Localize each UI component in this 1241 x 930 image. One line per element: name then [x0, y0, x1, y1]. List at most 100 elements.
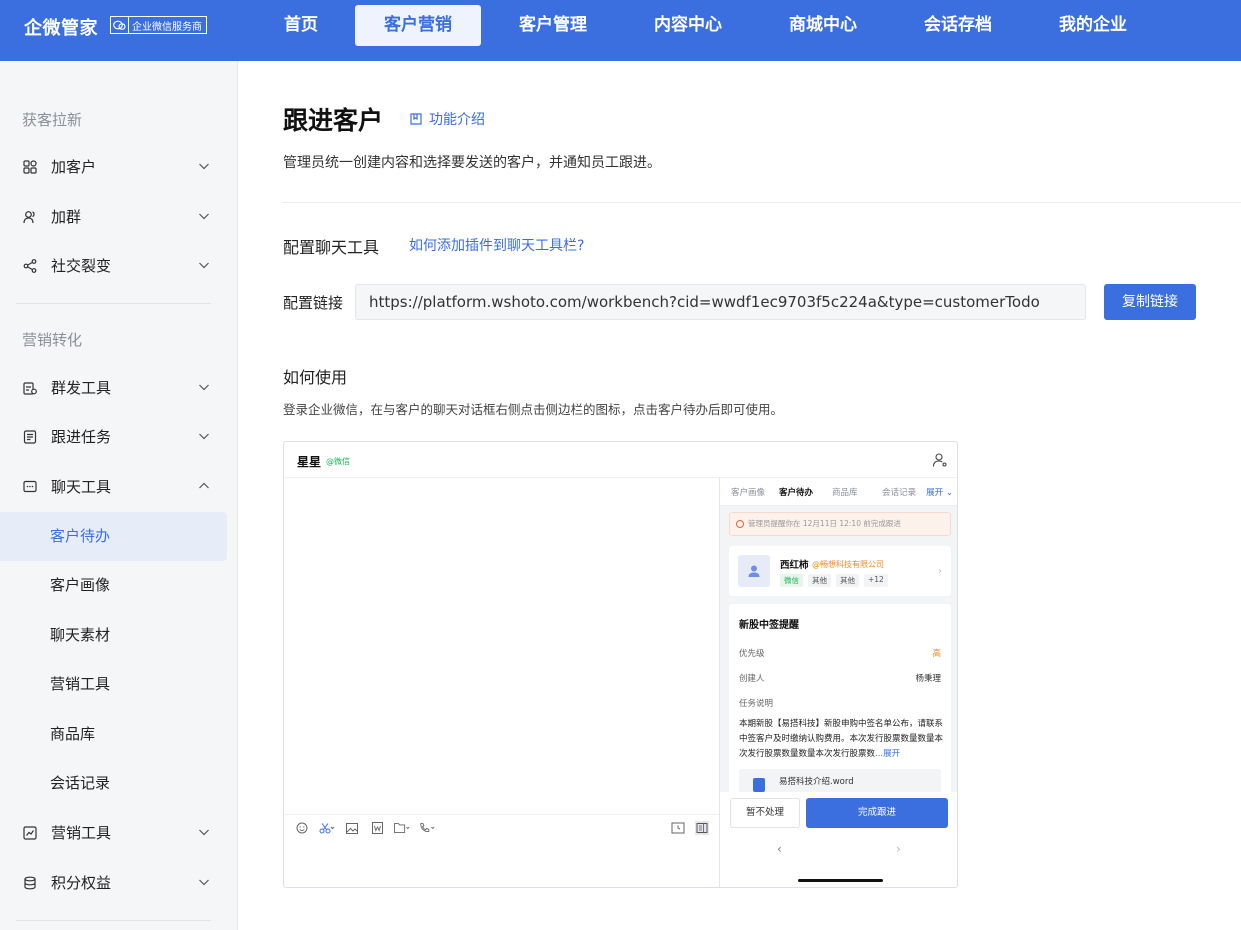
chevron-left-icon: ‹: [777, 842, 782, 856]
chevron-right-icon: ›: [938, 566, 942, 577]
sidebar-toggle-icon: [695, 821, 709, 835]
top-nav-bar: 企微管家 企业微信服务商 首页 客户营销 客户管理 内容中心 商城中心 会话存档…: [0, 0, 1241, 61]
sidebar-item-add-group[interactable]: 加群: [0, 192, 227, 241]
sidebar: 获客拉新 加客户 加群 社交裂变 营销转化 群发工具 跟进任务 聊天工具 客户待…: [0, 61, 238, 930]
preview-skip-button: 暂不处理: [730, 798, 800, 828]
preview-expand: 展开 ⌄: [926, 488, 953, 498]
preview-priority-row: 优先级高: [739, 649, 941, 659]
page-title: 跟进客户: [283, 106, 384, 135]
share-icon: [22, 258, 38, 274]
add-plugin-help-link[interactable]: 如何添加插件到聊天工具栏?: [409, 235, 584, 255]
sidebar-subitem-chat-material[interactable]: 聊天素材: [0, 611, 227, 660]
apps-icon: [22, 159, 38, 175]
preview-customer-company: @畅想科技有限公司: [812, 560, 884, 569]
sidebar-item-label: 积分权益: [51, 874, 112, 892]
howto-description: 登录企业微信，在与客户的聊天对话框右侧点击侧边栏的图标，点击客户待办后即可使用。: [283, 402, 784, 417]
preview-chat-name: 星星: [297, 455, 322, 469]
sidebar-subitem-product-library[interactable]: 商品库: [0, 710, 227, 759]
nav-session-archive[interactable]: 会话存档: [908, 5, 1008, 46]
chat-icon: [22, 479, 38, 495]
sidebar-subitem-session-records[interactable]: 会话记录: [0, 759, 227, 808]
coins-icon: [22, 875, 38, 891]
chart-icon: [22, 825, 38, 841]
brand-name[interactable]: 企微管家: [24, 14, 98, 40]
preview-creator-row: 创建人 杨秉理: [739, 674, 941, 684]
sidebar-item-label: 社交裂变: [51, 257, 112, 275]
sidebar-item-social-fission[interactable]: 社交裂变: [0, 241, 227, 290]
feature-intro-label: 功能介绍: [429, 112, 485, 128]
preview-input-divider: [284, 814, 719, 815]
chevron-right-icon: ›: [896, 842, 901, 856]
task-icon: [22, 429, 38, 445]
sidebar-item-label: 聊天工具: [51, 478, 112, 496]
preview-task-title: 新股中签提醒: [739, 620, 799, 631]
nav-customer-marketing[interactable]: 客户营销: [355, 5, 481, 46]
preview-chat-source: @微信: [326, 457, 350, 466]
nav-content-center[interactable]: 内容中心: [638, 5, 738, 46]
brand-badge: 企业微信服务商: [110, 16, 207, 34]
phone-icon: [419, 821, 435, 835]
image-icon: [344, 821, 360, 835]
folder-icon: [394, 821, 410, 835]
sidebar-item-mass-send[interactable]: 群发工具: [0, 363, 227, 412]
preview-customer-tags: 微信 其他 其他 +12: [780, 574, 888, 587]
chevron-down-icon: [199, 829, 209, 836]
sidebar-subitem-customer-todo[interactable]: 客户待办: [0, 512, 227, 561]
usage-preview-image: 星星 @微信 客户画像 客户待办 商品库 会话记录 展开 ⌄ 管理员提醒你在 1…: [283, 441, 958, 888]
brand-badge-text: 企业微信服务商: [132, 21, 202, 33]
avatar: [738, 555, 770, 587]
sidebar-item-label: 加客户: [51, 158, 97, 176]
file-icon: [753, 778, 765, 792]
emoji-icon: [294, 821, 310, 835]
preview-customer-name: 西红柿: [780, 560, 809, 571]
preview-reminder-alert: 管理员提醒你在 12月11日 12:10 前完成跟进: [729, 512, 951, 536]
preview-tab-records: 会话记录: [882, 488, 917, 498]
sidebar-subitem-marketing-tools[interactable]: 营销工具: [0, 660, 227, 709]
chevron-down-icon: [199, 433, 209, 440]
alert-icon: [736, 520, 744, 528]
section-divider: [283, 202, 1241, 203]
nav-my-enterprise[interactable]: 我的企业: [1043, 5, 1143, 46]
sidebar-item-follow-task[interactable]: 跟进任务: [0, 412, 227, 461]
sidebar-group-acquire: 获客拉新: [22, 111, 83, 129]
copy-link-button[interactable]: 复制链接: [1104, 284, 1196, 320]
feature-intro-link[interactable]: 功能介绍: [409, 109, 485, 129]
sidebar-item-label: 群发工具: [51, 379, 112, 397]
home-indicator: [798, 879, 883, 882]
sidebar-item-label: 加群: [51, 208, 82, 226]
send-icon: [22, 380, 38, 396]
chevron-down-icon: [199, 384, 209, 391]
preview-tag: 微信: [780, 574, 803, 587]
book-icon: [410, 113, 422, 125]
sidebar-item-marketing-tools[interactable]: 营销工具: [0, 808, 227, 857]
config-link-field[interactable]: https://platform.wshoto.com/workbench?ci…: [355, 284, 1086, 320]
person-settings-icon: [932, 453, 947, 467]
config-section-title: 配置聊天工具: [283, 238, 380, 257]
preview-tab-todo: 客户待办: [779, 488, 814, 498]
sidebar-divider: [16, 920, 211, 921]
sidebar-item-chat-tools[interactable]: 聊天工具: [0, 462, 227, 511]
users-icon: [22, 209, 38, 225]
preview-action-bar: 暂不处理 完成跟进 ‹ ›: [720, 792, 957, 887]
sidebar-item-points-benefits[interactable]: 积分权益: [0, 858, 227, 907]
preview-tabs: 客户画像 客户待办 商品库 会话记录 展开 ⌄: [720, 478, 957, 506]
nav-mall-center[interactable]: 商城中心: [773, 5, 873, 46]
preview-sidebar-panel: 客户画像 客户待办 商品库 会话记录 展开 ⌄ 管理员提醒你在 12月11日 1…: [719, 478, 957, 887]
chevron-up-icon: [199, 482, 209, 489]
preview-task-description: 本期新股【易搭科技】新股申购中签名单公布，请联系中签客户及时缴纳认购费用。本次发…: [739, 719, 944, 759]
scissors-icon: [319, 821, 335, 835]
nav-customer-management[interactable]: 客户管理: [503, 5, 603, 46]
preview-tag: 其他: [836, 574, 859, 587]
preview-tag: 其他: [808, 574, 831, 587]
word-file-icon: [369, 821, 385, 835]
preview-tab-products: 商品库: [832, 488, 858, 498]
sidebar-item-add-customer[interactable]: 加客户: [0, 142, 227, 191]
sidebar-divider: [16, 303, 211, 304]
chevron-down-icon: [199, 213, 209, 220]
preview-desc-label: 任务说明: [739, 699, 774, 709]
sidebar-subitem-customer-profile[interactable]: 客户画像: [0, 561, 227, 610]
howto-section-title: 如何使用: [283, 368, 348, 387]
nav-home[interactable]: 首页: [268, 5, 334, 46]
preview-customer-card: 西红柿 @畅想科技有限公司 微信 其他 其他 +12 ›: [729, 546, 951, 596]
preview-tab-profile: 客户画像: [731, 488, 766, 498]
